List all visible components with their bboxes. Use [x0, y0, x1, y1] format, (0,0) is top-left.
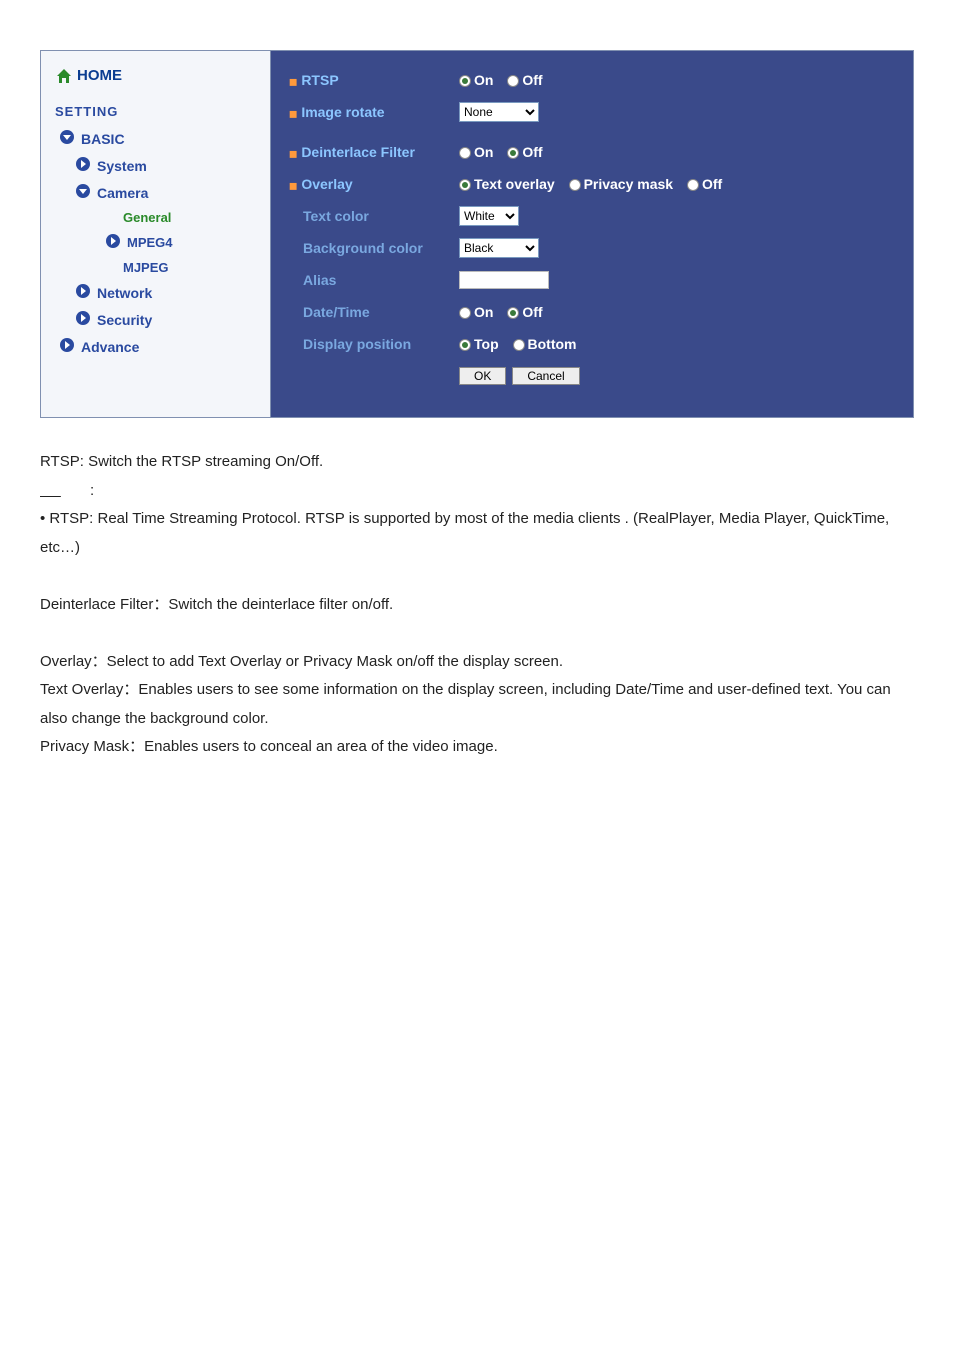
- overlay-privacy-label: Privacy mask: [584, 176, 674, 192]
- chevron-right-icon: [75, 283, 91, 302]
- documentation-text: RTSP: Switch the RTSP streaming On/Off. …: [40, 448, 914, 762]
- chevron-right-icon: [59, 337, 75, 356]
- sidebar-item-mjpeg[interactable]: MJPEG: [41, 256, 270, 279]
- bgcolor-label: Background color: [289, 240, 459, 256]
- sidebar-item-advance[interactable]: Advance: [41, 333, 270, 360]
- sidebar-item-label: System: [97, 158, 147, 174]
- rtsp-off-label: Off: [522, 72, 542, 88]
- sidebar-item-label: Security: [97, 312, 152, 328]
- rtsp-radio-group: On Off: [459, 72, 553, 88]
- rtsp-label: ◼ RTSP: [289, 72, 459, 88]
- chevron-right-icon: [75, 310, 91, 329]
- sidebar-item-label: MPEG4: [127, 235, 173, 250]
- doc-note-colon: :: [90, 482, 94, 499]
- deinterlace-off-radio[interactable]: [507, 147, 519, 159]
- datetime-on-radio[interactable]: [459, 307, 471, 319]
- overlay-off-label: Off: [702, 176, 722, 192]
- doc-note-underline: [40, 477, 90, 506]
- deinterlace-on-label: On: [474, 144, 493, 160]
- rtsp-off-radio[interactable]: [507, 75, 519, 87]
- sidebar-item-mpeg4[interactable]: MPEG4: [41, 229, 270, 256]
- bullet-icon: ◼: [289, 109, 297, 120]
- sidebar: HOME SETTING BASIC System Camera General…: [41, 51, 271, 417]
- rtsp-on-radio[interactable]: [459, 75, 471, 87]
- content-area: ◼ RTSP On Off ◼ Image rotate None ◼ Deinter…: [271, 51, 913, 417]
- home-link[interactable]: HOME: [41, 61, 270, 98]
- home-label: HOME: [77, 67, 122, 84]
- chevron-right-icon: [105, 233, 121, 252]
- deinterlace-label-text: Deinterlace Filter: [301, 144, 415, 160]
- chevron-down-icon: [75, 183, 91, 202]
- overlay-label-text: Overlay: [301, 176, 352, 192]
- cancel-button[interactable]: Cancel: [512, 367, 579, 385]
- home-icon: [55, 68, 73, 84]
- chevron-down-icon: [59, 129, 75, 148]
- doc-textoverlay: Text Overlay：Enables users to see some i…: [40, 676, 914, 733]
- bullet-icon: ◼: [289, 149, 297, 160]
- sidebar-item-label: MJPEG: [123, 260, 169, 275]
- overlay-radio-group: Text overlay Privacy mask Off: [459, 176, 732, 192]
- overlay-off-radio[interactable]: [687, 179, 699, 191]
- sidebar-item-label: General: [123, 210, 171, 225]
- doc-overlay: Overlay：Select to add Text Overlay or Pr…: [40, 648, 914, 677]
- sidebar-item-camera[interactable]: Camera: [41, 179, 270, 206]
- bullet-icon: ◼: [289, 181, 297, 192]
- deinterlace-label: ◼ Deinterlace Filter: [289, 144, 459, 160]
- doc-privacy: Privacy Mask：Enables users to conceal an…: [40, 733, 914, 762]
- rtsp-on-label: On: [474, 72, 493, 88]
- textcolor-select[interactable]: White: [459, 206, 519, 226]
- sidebar-item-label: Advance: [81, 339, 139, 355]
- disppos-top-label: Top: [474, 336, 499, 352]
- datetime-off-radio[interactable]: [507, 307, 519, 319]
- textcolor-label: Text color: [289, 208, 459, 224]
- doc-rtsp-desc: • RTSP: Real Time Streaming Protocol. RT…: [40, 505, 914, 562]
- sidebar-item-label: BASIC: [81, 131, 125, 147]
- alias-input[interactable]: [459, 271, 549, 289]
- deinterlace-on-radio[interactable]: [459, 147, 471, 159]
- bgcolor-select[interactable]: Black: [459, 238, 539, 258]
- overlay-privacy-radio[interactable]: [569, 179, 581, 191]
- sidebar-item-label: Network: [97, 285, 152, 301]
- sidebar-item-network[interactable]: Network: [41, 279, 270, 306]
- doc-deinterlace: Deinterlace Filter：Switch the deinterlac…: [40, 591, 914, 620]
- deinterlace-off-label: Off: [522, 144, 542, 160]
- datetime-radio-group: On Off: [459, 304, 553, 320]
- disppos-top-radio[interactable]: [459, 339, 471, 351]
- chevron-right-icon: [75, 156, 91, 175]
- rtsp-label-text: RTSP: [301, 72, 338, 88]
- overlay-text-radio[interactable]: [459, 179, 471, 191]
- overlay-text-label: Text overlay: [474, 176, 555, 192]
- settings-panel: HOME SETTING BASIC System Camera General…: [40, 50, 914, 418]
- datetime-on-label: On: [474, 304, 493, 320]
- sidebar-item-general[interactable]: General: [41, 206, 270, 229]
- sidebar-item-security[interactable]: Security: [41, 306, 270, 333]
- disppos-bottom-label: Bottom: [528, 336, 577, 352]
- display-position-label: Display position: [289, 336, 459, 352]
- display-position-radio-group: Top Bottom: [459, 336, 587, 352]
- doc-rtsp-line: RTSP: Switch the RTSP streaming On/Off.: [40, 448, 914, 477]
- disppos-bottom-radio[interactable]: [513, 339, 525, 351]
- datetime-label: Date/Time: [289, 304, 459, 320]
- ok-button[interactable]: OK: [459, 367, 506, 385]
- overlay-label: ◼ Overlay: [289, 176, 459, 192]
- datetime-off-label: Off: [522, 304, 542, 320]
- sidebar-item-label: Camera: [97, 185, 148, 201]
- bullet-icon: ◼: [289, 77, 297, 88]
- deinterlace-radio-group: On Off: [459, 144, 553, 160]
- sidebar-item-system[interactable]: System: [41, 152, 270, 179]
- image-rotate-select[interactable]: None: [459, 102, 539, 122]
- image-rotate-label-text: Image rotate: [301, 104, 384, 120]
- sidebar-item-basic[interactable]: BASIC: [41, 125, 270, 152]
- alias-label: Alias: [289, 272, 459, 288]
- setting-title: SETTING: [41, 98, 270, 125]
- image-rotate-label: ◼ Image rotate: [289, 104, 459, 120]
